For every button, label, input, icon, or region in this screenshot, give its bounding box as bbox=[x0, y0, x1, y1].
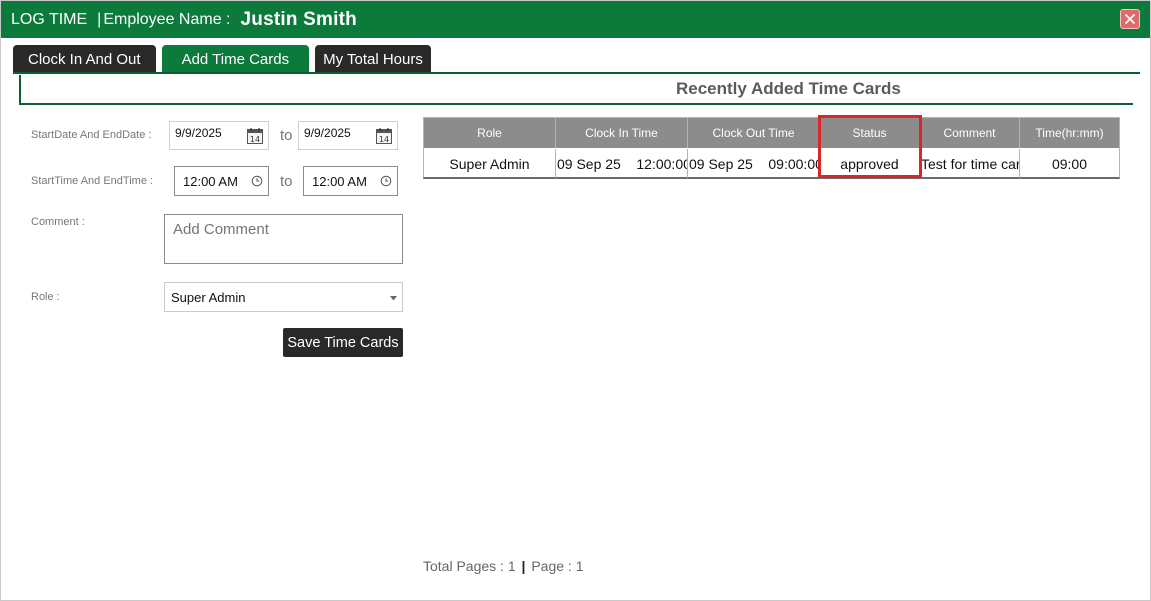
tab-strip: Clock In And Out Add Time Cards My Total… bbox=[13, 45, 431, 73]
title-bar: LOG TIME | Employee Name : Justin Smith bbox=[1, 1, 1150, 38]
chevron-down-icon bbox=[390, 296, 397, 301]
time-to-label: to bbox=[280, 173, 293, 190]
total-pages-label: Total Pages : 1 bbox=[423, 558, 516, 574]
cell-role: Super Admin bbox=[424, 149, 556, 178]
section-header-bar bbox=[19, 75, 1133, 105]
end-date-value: 9/9/2025 bbox=[304, 126, 351, 140]
svg-text:14: 14 bbox=[250, 135, 260, 144]
column-header-status[interactable]: Status bbox=[820, 118, 920, 148]
column-header-clock-in[interactable]: Clock In Time bbox=[556, 118, 688, 148]
start-time-input[interactable]: 12:00 AM bbox=[174, 166, 269, 196]
cell-status: approved bbox=[820, 149, 920, 178]
svg-text:14: 14 bbox=[379, 135, 389, 144]
role-select-value: Super Admin bbox=[171, 289, 246, 305]
start-date-value: 9/9/2025 bbox=[175, 126, 222, 140]
cell-comment: Test for time card bbox=[920, 149, 1020, 178]
tab-my-total-hours[interactable]: My Total Hours bbox=[315, 45, 431, 73]
current-page-label: Page : 1 bbox=[531, 558, 584, 574]
employee-name: Justin Smith bbox=[240, 8, 357, 30]
start-date-input[interactable]: 9/9/2025 14 bbox=[169, 121, 269, 150]
employee-name-label: Employee Name : bbox=[103, 10, 231, 28]
role-select[interactable]: Super Admin bbox=[164, 282, 403, 312]
column-header-clock-out[interactable]: Clock Out Time bbox=[688, 118, 820, 148]
section-title: Recently Added Time Cards bbox=[676, 79, 901, 98]
comment-label: Comment : bbox=[31, 216, 85, 228]
table-header-row: Role Clock In Time Clock Out Time Status… bbox=[424, 118, 1119, 148]
comment-input[interactable] bbox=[164, 214, 403, 264]
clock-icon[interactable] bbox=[380, 175, 392, 187]
pagination-info: Total Pages : 1 | Page : 1 bbox=[423, 558, 583, 574]
log-time-window: LOG TIME | Employee Name : Justin Smith … bbox=[0, 0, 1151, 601]
save-time-cards-button[interactable]: Save Time Cards bbox=[283, 328, 403, 357]
column-header-time[interactable]: Time(hr:mm) bbox=[1020, 118, 1119, 148]
column-header-role[interactable]: Role bbox=[424, 118, 556, 148]
time-cards-table: Role Clock In Time Clock Out Time Status… bbox=[423, 117, 1120, 179]
tabs-divider bbox=[13, 72, 1140, 74]
clock-icon[interactable] bbox=[251, 175, 263, 187]
end-date-input[interactable]: 9/9/2025 14 bbox=[298, 121, 398, 150]
end-time-value: 12:00 AM bbox=[312, 173, 367, 189]
time-range-label: StartTime And EndTime : bbox=[31, 175, 154, 187]
title-separator: | bbox=[97, 10, 102, 28]
tab-clock-in-and-out[interactable]: Clock In And Out bbox=[13, 45, 156, 73]
cell-time: 09:00 bbox=[1051, 155, 1088, 172]
end-time-input[interactable]: 12:00 AM bbox=[303, 166, 398, 196]
cell-clock-in: 09 Sep 25 12:00:00 bbox=[556, 149, 688, 178]
column-header-comment[interactable]: Comment bbox=[920, 118, 1020, 148]
pager-separator: | bbox=[521, 558, 526, 574]
app-title: LOG TIME bbox=[11, 10, 88, 28]
tab-add-time-cards[interactable]: Add Time Cards bbox=[161, 45, 310, 73]
calendar-icon[interactable]: 14 bbox=[246, 127, 264, 145]
date-range-label: StartDate And EndDate : bbox=[31, 129, 152, 141]
table-row[interactable]: Super Admin 09 Sep 25 12:00:00 09 Sep 25… bbox=[424, 149, 1119, 178]
role-label: Role : bbox=[31, 291, 60, 303]
start-time-value: 12:00 AM bbox=[183, 173, 238, 189]
cell-clock-out: 09 Sep 25 09:00:00 bbox=[688, 149, 820, 178]
close-button[interactable] bbox=[1120, 9, 1140, 29]
date-to-label: to bbox=[280, 127, 293, 144]
close-icon bbox=[1124, 13, 1136, 25]
calendar-icon[interactable]: 14 bbox=[375, 127, 393, 145]
